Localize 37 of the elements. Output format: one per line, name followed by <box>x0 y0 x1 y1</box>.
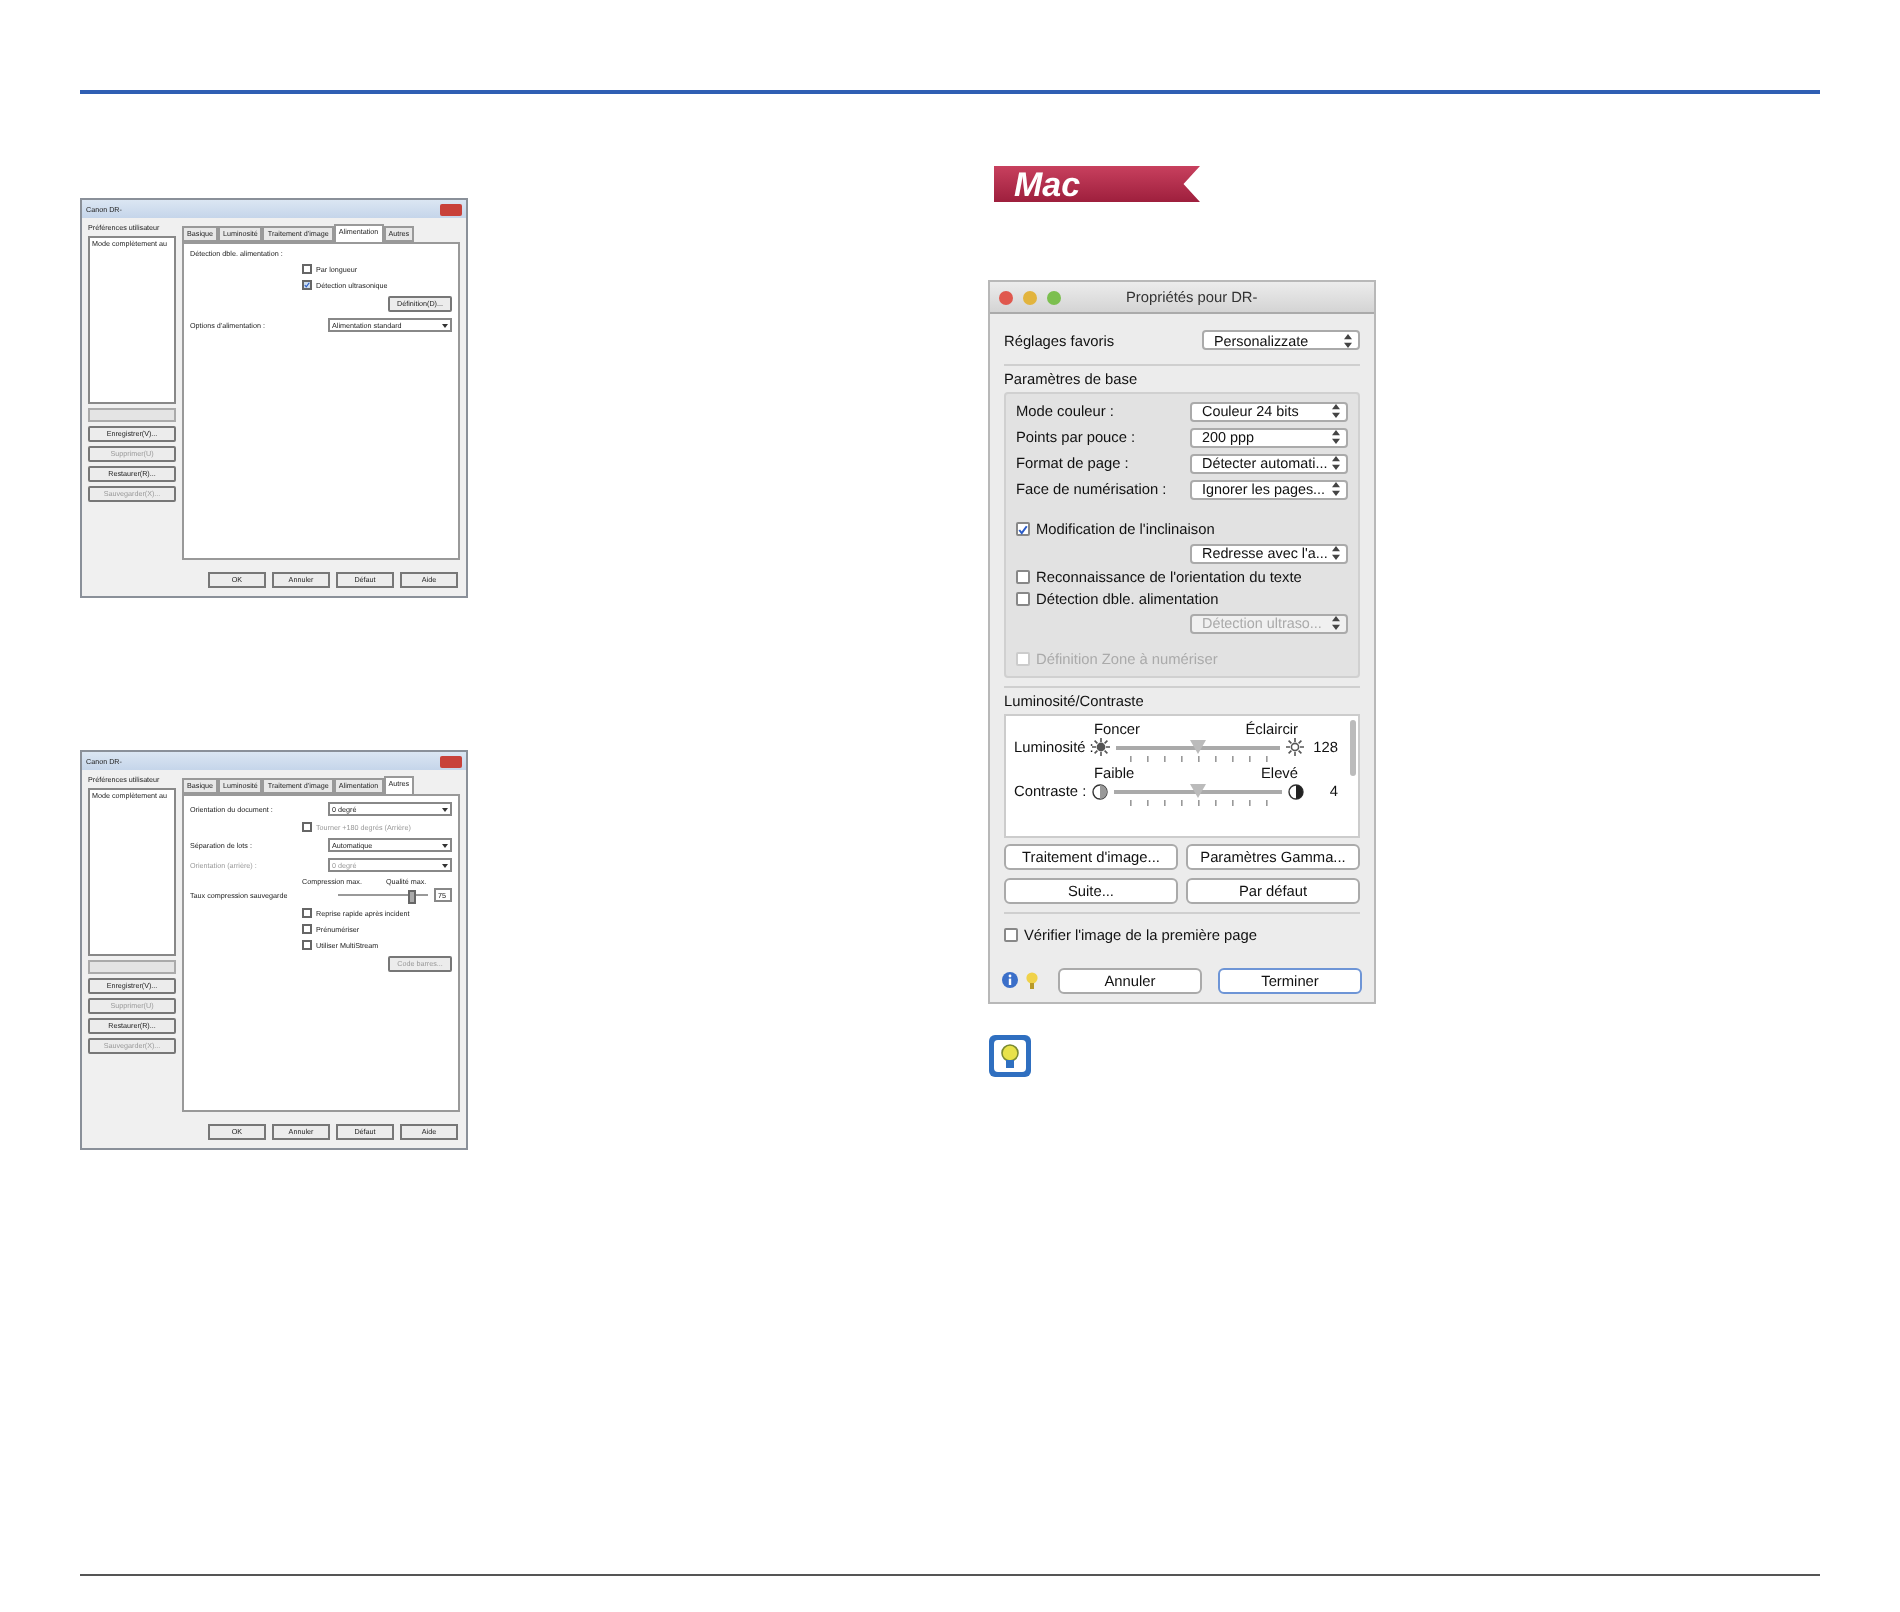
up-down-arrows-icon <box>1332 546 1340 560</box>
up-down-arrows-icon <box>1332 456 1340 470</box>
lightbulb-icon <box>988 1034 1032 1078</box>
up-down-arrows-icon <box>1332 616 1340 630</box>
checkbox[interactable] <box>1004 928 1018 942</box>
window-controls-icon[interactable] <box>998 289 1064 305</box>
checkmark-icon <box>304 282 310 288</box>
sun-icon <box>1092 738 1110 756</box>
banner-text: Mac <box>1014 167 1081 201</box>
up-down-arrows-icon <box>1332 482 1340 496</box>
caret-icon <box>442 863 448 867</box>
close-button[interactable] <box>440 203 462 215</box>
checkbox[interactable] <box>1016 592 1030 606</box>
checkmark-icon <box>1018 523 1028 535</box>
checkbox[interactable] <box>1016 570 1030 584</box>
slider-thumb[interactable] <box>408 890 417 904</box>
checkbox[interactable] <box>302 280 312 290</box>
caret-icon <box>442 323 448 327</box>
up-down-arrows-icon <box>1344 333 1352 347</box>
scroll-bar[interactable] <box>88 408 176 422</box>
scroll-bar[interactable] <box>88 960 176 974</box>
checkbox[interactable] <box>302 908 312 918</box>
checkbox[interactable] <box>302 264 312 274</box>
caret-icon <box>442 843 448 847</box>
contrast-icon <box>1092 783 1108 799</box>
close-button[interactable] <box>440 755 462 767</box>
checkbox[interactable] <box>1016 522 1030 536</box>
checkbox[interactable] <box>302 940 312 950</box>
caret-icon <box>442 807 448 811</box>
checkbox[interactable] <box>302 924 312 934</box>
up-down-arrows-icon <box>1332 404 1340 418</box>
scroll-bar[interactable] <box>1350 720 1356 776</box>
lightbulb-icon[interactable] <box>1026 971 1038 989</box>
info-icon[interactable] <box>1002 972 1018 988</box>
sun-icon <box>1286 738 1304 756</box>
up-down-arrows-icon <box>1332 430 1340 444</box>
contrast-icon <box>1288 783 1304 799</box>
